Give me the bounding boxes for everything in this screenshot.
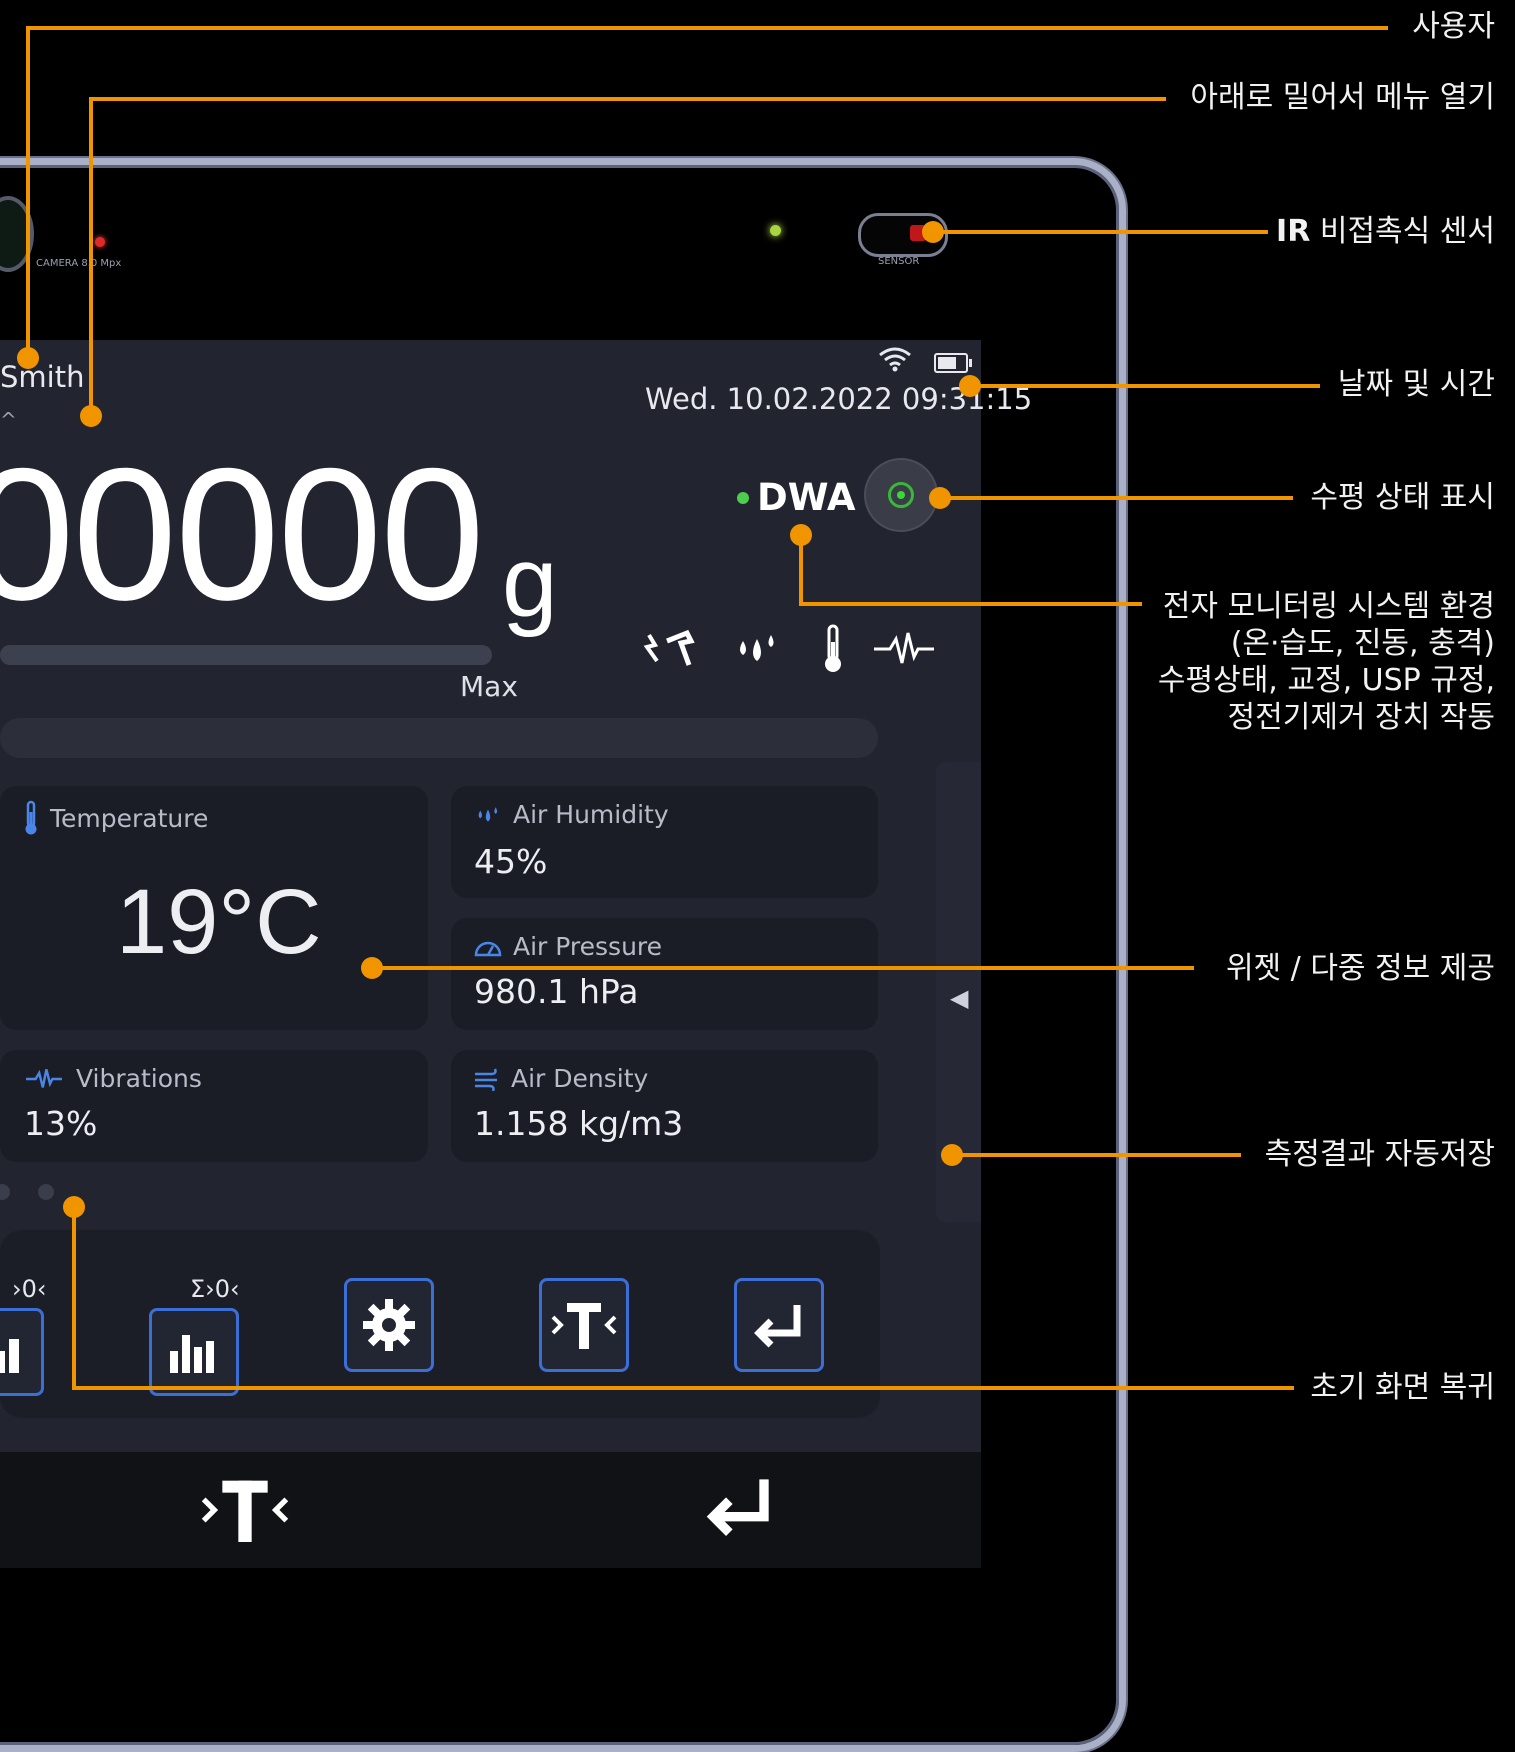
callout-env-line3: 수평상태, 교정, USP 규정, <box>1157 663 1495 698</box>
settings-button[interactable] <box>344 1278 434 1372</box>
callout-line-datetime <box>970 384 1320 388</box>
callout-env-line2: (온·습도, 진동, 충격) <box>1230 626 1495 661</box>
callout-env-line4: 정전기제거 장치 작동 <box>1227 700 1495 735</box>
tare-button[interactable] <box>539 1278 629 1372</box>
callout-dot-datetime <box>959 375 981 397</box>
weight-unit[interactable]: g <box>502 532 558 632</box>
callout-line-menu-vertical <box>89 97 93 417</box>
vibration-icon <box>25 1068 62 1088</box>
callout-dot-level <box>929 487 951 509</box>
callout-level: 수평 상태 표시 <box>1310 480 1495 515</box>
level-bubble-icon <box>897 491 905 499</box>
callout-dot-home <box>63 1196 85 1218</box>
callout-line-home <box>72 1386 1294 1390</box>
vibrations-title: Vibrations <box>22 1064 202 1093</box>
gear-icon <box>363 1299 415 1351</box>
sum-stats-button[interactable] <box>149 1308 239 1396</box>
callout-home: 초기 화면 복귀 <box>1310 1370 1495 1405</box>
density-value: 1.158 kg/m3 <box>474 1104 684 1143</box>
vibrations-title-text: Vibrations <box>76 1064 202 1093</box>
callout-line-autosave <box>952 1153 1241 1157</box>
callout-menu: 아래로 밀어서 메뉴 열기 <box>1190 80 1495 115</box>
user-name[interactable]: Smith <box>0 360 84 394</box>
callout-line-user-vertical <box>26 26 30 358</box>
temperature-title-text: Temperature <box>50 803 209 833</box>
vibration-icon <box>872 625 936 673</box>
sensor-label: SENSOR <box>878 256 920 267</box>
camera-label: CAMERA 8.0 Mpx <box>36 258 122 269</box>
dwa-status-dot <box>737 491 749 504</box>
page-indicator-dot[interactable] <box>38 1184 54 1200</box>
callout-dot-widgets <box>361 957 383 979</box>
pressure-title-text: Air Pressure <box>513 932 663 961</box>
zero-stats-button[interactable] <box>0 1308 44 1396</box>
capacity-bar <box>0 645 492 665</box>
humidity-title-text: Air Humidity <box>513 800 669 829</box>
callout-dot-autosave <box>941 1144 963 1166</box>
temperature-value: 19°C <box>116 871 322 973</box>
pressure-value: 980.1 hPa <box>474 972 639 1011</box>
callout-ir-text: 비접촉식 센서 <box>1310 214 1495 249</box>
wind-icon <box>475 1068 497 1091</box>
gauge-icon <box>474 941 502 956</box>
max-label: Max <box>460 670 518 703</box>
callout-line-level <box>940 496 1293 500</box>
hardware-enter-key[interactable] <box>700 1470 780 1546</box>
swipe-track <box>0 718 878 758</box>
enter-icon <box>754 1305 801 1348</box>
enter-icon <box>706 1479 769 1536</box>
callout-dot-ir <box>922 221 944 243</box>
callout-user: 사용자 <box>1412 9 1495 44</box>
zero-label: ›0‹ <box>12 1275 47 1303</box>
wifi-icon <box>878 346 912 376</box>
callout-dot-user <box>17 347 39 369</box>
density-title-text: Air Density <box>511 1064 649 1093</box>
pressure-title: Air Pressure <box>473 932 662 961</box>
callout-line-user <box>26 26 1388 30</box>
tare-icon <box>201 1480 289 1542</box>
density-title: Air Density <box>473 1064 648 1093</box>
status-led <box>770 225 781 236</box>
callout-autosave: 측정결과 자동저장 <box>1264 1137 1495 1172</box>
temperature-title: Temperature <box>22 800 208 836</box>
callout-line-home-vertical <box>72 1205 76 1389</box>
callout-ir-prefix: IR <box>1276 214 1311 249</box>
callout-line-widgets <box>372 966 1194 970</box>
callout-line-ir <box>933 230 1268 234</box>
humidity-drops-icon <box>478 806 498 822</box>
battery-icon <box>934 353 972 373</box>
callout-env-line1: 전자 모니터링 시스템 환경 <box>1162 589 1495 624</box>
thermometer-icon <box>818 624 848 673</box>
dwa-indicator[interactable]: DWA <box>737 476 856 519</box>
humidity-value: 45% <box>474 842 548 881</box>
shock-icon <box>638 625 696 673</box>
enter-button[interactable] <box>734 1278 824 1372</box>
bar-chart-icon <box>170 1335 214 1373</box>
sum-zero-label: Σ›0‹ <box>190 1275 240 1303</box>
callout-line-menu <box>89 97 1166 101</box>
hardware-tare-key[interactable] <box>190 1470 300 1554</box>
callout-env: 전자 모니터링 시스템 환경 (온·습도, 진동, 충격) 수평상태, 교정, … <box>1158 588 1495 736</box>
humidity-drops-icon <box>732 625 782 673</box>
callout-dot-menu <box>80 405 102 427</box>
callout-dot-env <box>790 524 812 546</box>
callout-widgets: 위젯 / 다중 정보 제공 <box>1225 951 1495 986</box>
dwa-label: DWA <box>757 476 856 519</box>
drawer-arrow-icon[interactable]: ◀ <box>950 984 968 1012</box>
vibrations-value: 13% <box>24 1104 98 1143</box>
callout-line-env <box>799 602 1142 606</box>
callout-datetime: 날짜 및 시간 <box>1337 367 1495 402</box>
weight-readout: 00000 <box>0 429 485 639</box>
camera-indicator-led <box>95 237 105 247</box>
tare-icon <box>551 1303 617 1349</box>
callout-ir: IR 비접촉식 센서 <box>1276 213 1495 250</box>
humidity-title: Air Humidity <box>473 800 669 829</box>
hardware-key-bar <box>0 1452 981 1568</box>
thermometer-icon <box>25 800 37 835</box>
